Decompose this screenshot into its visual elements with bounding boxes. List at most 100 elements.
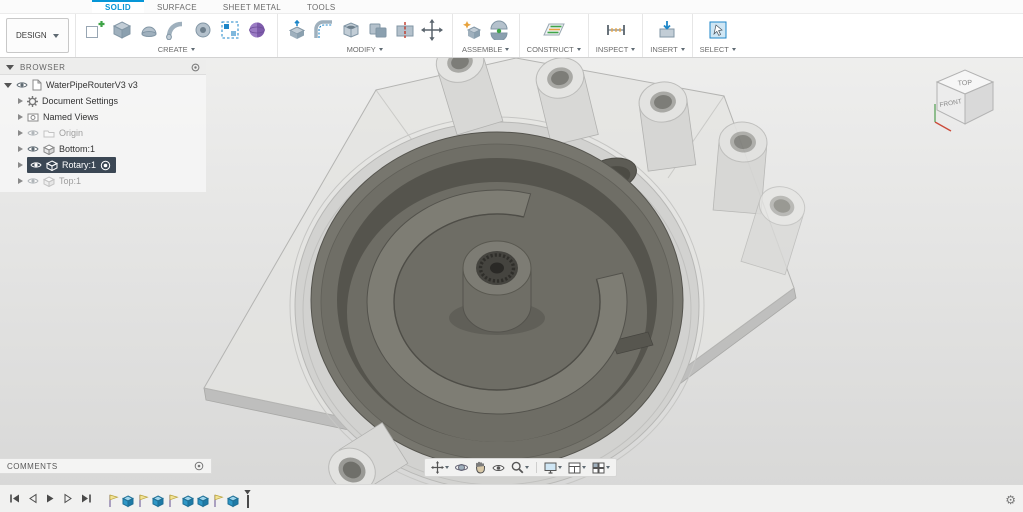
construction-plane-button[interactable] bbox=[541, 17, 566, 43]
pan-hand-button[interactable] bbox=[472, 460, 488, 475]
zoom-button[interactable] bbox=[509, 460, 531, 475]
expand-icon[interactable] bbox=[18, 146, 23, 152]
design-menu-button[interactable]: DESIGN bbox=[6, 18, 69, 53]
display-settings-button[interactable] bbox=[542, 460, 564, 475]
fillet-button[interactable] bbox=[312, 17, 337, 43]
revolve-button[interactable] bbox=[137, 17, 162, 43]
timeline-item-component[interactable] bbox=[122, 494, 134, 508]
pan-orbit-button[interactable] bbox=[429, 460, 451, 475]
orbit-icon bbox=[455, 464, 468, 471]
expand-icon[interactable] bbox=[18, 130, 23, 136]
tree-item-rotary[interactable]: Rotary:1 bbox=[0, 157, 206, 173]
orbit-button[interactable] bbox=[453, 460, 470, 475]
chevron-down-icon bbox=[576, 48, 581, 51]
step-forward-button[interactable] bbox=[62, 492, 75, 505]
skip-to-start-button[interactable] bbox=[8, 492, 21, 505]
viewcube-top-label: TOP bbox=[958, 79, 973, 87]
assemble-group-label[interactable]: ASSEMBLE bbox=[462, 44, 510, 56]
step-back-button[interactable] bbox=[26, 492, 39, 505]
component-icon bbox=[46, 159, 58, 171]
tree-item-bottom[interactable]: Bottom:1 bbox=[0, 141, 206, 157]
visibility-eye-icon[interactable] bbox=[27, 129, 39, 137]
modify-group-label[interactable]: MODIFY bbox=[347, 44, 383, 56]
tree-item-label: Top:1 bbox=[59, 176, 82, 186]
comments-options-icon[interactable] bbox=[194, 461, 204, 471]
shell-button[interactable] bbox=[339, 17, 364, 43]
tab-sheet-metal[interactable]: SHEET METAL bbox=[210, 0, 294, 13]
play-button[interactable] bbox=[44, 492, 57, 505]
expand-icon[interactable] bbox=[18, 178, 23, 184]
timeline-bar: ⚙ bbox=[0, 484, 1023, 512]
toolbar-separator bbox=[536, 462, 537, 473]
tab-solid[interactable]: SOLID bbox=[92, 0, 144, 13]
chevron-down-icon bbox=[582, 466, 586, 469]
timeline-item-sketch[interactable] bbox=[212, 494, 224, 508]
multiple-views-button[interactable] bbox=[590, 460, 612, 475]
create-sketch-button[interactable] bbox=[83, 17, 108, 43]
timeline-settings-gear-icon[interactable]: ⚙ bbox=[1005, 494, 1016, 506]
new-component-button[interactable] bbox=[460, 17, 485, 43]
visibility-eye-icon[interactable] bbox=[27, 177, 39, 185]
select-group-label[interactable]: SELECT bbox=[700, 44, 736, 56]
form-button[interactable] bbox=[245, 17, 270, 43]
timeline-item-component[interactable] bbox=[197, 494, 209, 508]
tab-tools[interactable]: TOOLS bbox=[294, 0, 348, 13]
hole-button[interactable] bbox=[191, 17, 216, 43]
split-body-button[interactable] bbox=[393, 17, 418, 43]
combine-button[interactable] bbox=[366, 17, 391, 43]
selected-row-highlight[interactable]: Rotary:1 bbox=[27, 157, 117, 173]
expand-icon[interactable] bbox=[18, 98, 23, 104]
visibility-eye-icon[interactable] bbox=[16, 81, 28, 89]
layout-grid-icon bbox=[568, 462, 581, 473]
inspect-group-label[interactable]: INSPECT bbox=[596, 44, 636, 56]
tree-item-named-views[interactable]: Named Views bbox=[0, 109, 206, 125]
select-button[interactable] bbox=[705, 17, 730, 43]
expand-icon[interactable] bbox=[4, 82, 12, 88]
plus-icon bbox=[98, 21, 105, 27]
move-copy-button[interactable] bbox=[420, 17, 445, 43]
timeline-item-sketch[interactable] bbox=[167, 494, 179, 508]
visibility-eye-icon[interactable] bbox=[30, 161, 42, 169]
view-cube[interactable]: TOP FRONT bbox=[929, 60, 1009, 140]
panel-options-icon[interactable] bbox=[191, 63, 200, 72]
sweep-button[interactable] bbox=[164, 17, 189, 43]
insert-button[interactable] bbox=[655, 17, 680, 43]
tree-item-document[interactable]: WaterPipeRouterV3 v3 bbox=[0, 77, 206, 93]
expand-icon[interactable] bbox=[18, 162, 23, 168]
comments-bar[interactable]: COMMENTS bbox=[0, 458, 212, 474]
tree-item-label: Named Views bbox=[43, 112, 99, 122]
timeline-playhead[interactable] bbox=[244, 489, 251, 508]
pattern-button[interactable] bbox=[218, 17, 243, 43]
create-group-label[interactable]: CREATE bbox=[158, 44, 195, 56]
visibility-eye-icon[interactable] bbox=[27, 145, 39, 153]
browser-header[interactable]: BROWSER bbox=[0, 60, 206, 75]
tree-item-top[interactable]: Top:1 bbox=[0, 173, 206, 189]
timeline-item-component[interactable] bbox=[152, 494, 164, 508]
insert-group-label[interactable]: INSERT bbox=[650, 44, 685, 56]
timeline-item-component[interactable] bbox=[227, 494, 239, 508]
press-pull-button[interactable] bbox=[285, 17, 310, 43]
browser-tree: WaterPipeRouterV3 v3 Document Settings N… bbox=[0, 75, 206, 192]
axis-x-indicator bbox=[934, 121, 952, 132]
layout-grid-button[interactable] bbox=[566, 460, 588, 475]
toolbar-group-inspect: INSPECT bbox=[587, 14, 643, 57]
expand-icon[interactable] bbox=[18, 114, 23, 120]
look-at-button[interactable] bbox=[490, 460, 507, 475]
activate-component-radio-icon[interactable] bbox=[100, 160, 111, 171]
chevron-down-icon bbox=[445, 466, 449, 469]
timeline-item-sketch[interactable] bbox=[137, 494, 149, 508]
timeline-item-sketch[interactable] bbox=[107, 494, 119, 508]
measure-button[interactable] bbox=[603, 17, 628, 43]
skip-to-end-button[interactable] bbox=[80, 492, 93, 505]
collapse-panel-icon[interactable] bbox=[6, 64, 14, 70]
tree-item-document-settings[interactable]: Document Settings bbox=[0, 93, 206, 109]
construct-group-label[interactable]: CONSTRUCT bbox=[527, 44, 581, 56]
tab-surface[interactable]: SURFACE bbox=[144, 0, 210, 13]
tree-item-origin[interactable]: Origin bbox=[0, 125, 206, 141]
timeline-item-component[interactable] bbox=[182, 494, 194, 508]
joint-button[interactable] bbox=[487, 17, 512, 43]
tree-item-label: Bottom:1 bbox=[59, 144, 96, 154]
extrude-button[interactable] bbox=[110, 17, 135, 43]
chevron-down-icon bbox=[558, 466, 562, 469]
chevron-down-icon bbox=[606, 466, 610, 469]
